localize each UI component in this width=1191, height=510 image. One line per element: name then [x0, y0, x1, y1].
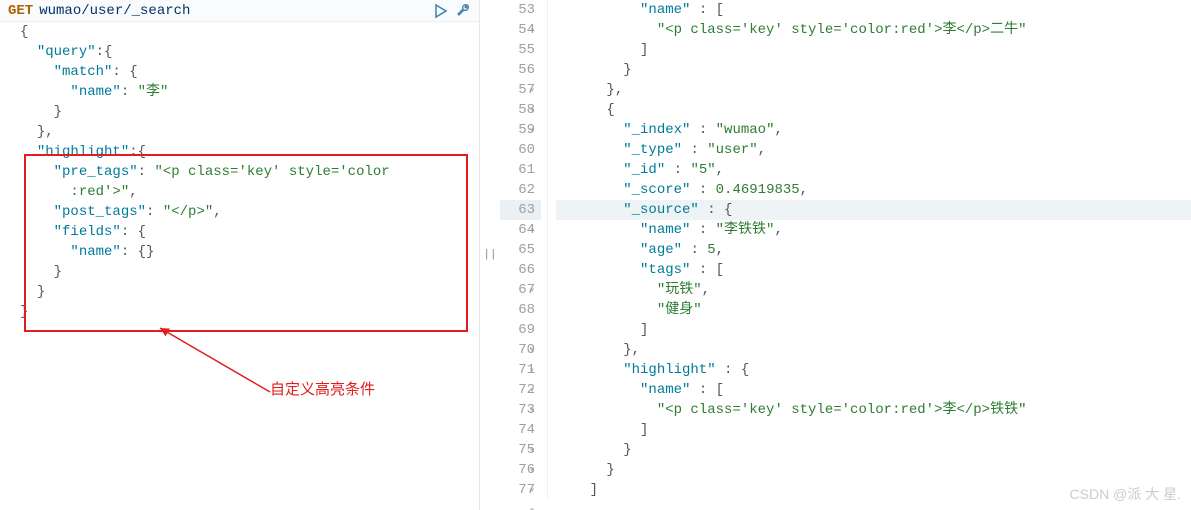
code-line[interactable]: },	[556, 80, 1191, 100]
gutter-line: 59	[500, 120, 541, 140]
gutter-line: 76 ▾	[500, 460, 541, 480]
code-line[interactable]: }	[556, 60, 1191, 80]
code-line[interactable]: "query":{	[20, 42, 479, 62]
gutter-line: 57 ▾	[500, 80, 541, 100]
gutter-line: 72 ▾	[500, 380, 541, 400]
code-line[interactable]: ]	[556, 420, 1191, 440]
gutter-line: 56 ▾	[500, 60, 541, 80]
code-line[interactable]: "name" : [	[556, 0, 1191, 20]
code-line[interactable]: "highlight" : {	[556, 360, 1191, 380]
code-line[interactable]: "_source" : {	[556, 200, 1191, 220]
gutter-line: 62	[500, 180, 541, 200]
response-pane: 53 ▾545556 ▾57 ▾58 ▾5960616263 ▾646566 ▾…	[500, 0, 1191, 510]
code-line[interactable]: ]	[556, 320, 1191, 340]
gutter-line: 55	[500, 40, 541, 60]
code-line[interactable]: "highlight":{	[20, 142, 479, 162]
code-line[interactable]: },	[20, 122, 479, 142]
gutter-line: 67	[500, 280, 541, 300]
response-gutter: 53 ▾545556 ▾57 ▾58 ▾5960616263 ▾646566 ▾…	[500, 0, 548, 500]
code-line[interactable]: },	[556, 340, 1191, 360]
code-line[interactable]: {	[556, 100, 1191, 120]
gutter-line: 70 ▾	[500, 340, 541, 360]
code-line[interactable]: }	[20, 302, 479, 322]
code-line[interactable]: "<p class='key' style='color:red'>李</p>二…	[556, 20, 1191, 40]
code-line[interactable]: }	[556, 460, 1191, 480]
code-line[interactable]: "fields": {	[20, 222, 479, 242]
http-method: GET	[8, 3, 33, 19]
gutter-line: 61	[500, 160, 541, 180]
code-line[interactable]: "tags" : [	[556, 260, 1191, 280]
code-line[interactable]: "name" : [	[556, 380, 1191, 400]
code-line[interactable]: "_index" : "wumao",	[556, 120, 1191, 140]
code-line[interactable]: }	[20, 262, 479, 282]
request-path-input[interactable]	[39, 3, 433, 19]
request-editor[interactable]: { "query":{ "match": { "name": "李" } }, …	[0, 22, 479, 322]
gutter-line: 75 ▾	[500, 440, 541, 460]
gutter-line: 66 ▾	[500, 260, 541, 280]
code-line[interactable]: "健身"	[556, 300, 1191, 320]
code-line[interactable]: "name": "李"	[20, 82, 479, 102]
gutter-line: 58 ▾	[500, 100, 541, 120]
play-icon[interactable]	[433, 3, 449, 19]
code-line[interactable]: "_type" : "user",	[556, 140, 1191, 160]
annotation-label: 自定义高亮条件	[270, 380, 375, 400]
code-line[interactable]: "_id" : "5",	[556, 160, 1191, 180]
gutter-line: 65	[500, 240, 541, 260]
request-topbar: GET	[0, 0, 479, 22]
gutter-line: 64	[500, 220, 541, 240]
request-code[interactable]: { "query":{ "match": { "name": "李" } }, …	[0, 22, 479, 322]
gutter-line: 68	[500, 300, 541, 320]
request-pane: GET { "query":{ "match": { "name": "李" }…	[0, 0, 480, 510]
code-line[interactable]: }	[20, 102, 479, 122]
code-line[interactable]: ]	[556, 40, 1191, 60]
response-code[interactable]: "name" : [ "<p class='key' style='color:…	[548, 0, 1191, 500]
response-viewer[interactable]: 53 ▾545556 ▾57 ▾58 ▾5960616263 ▾646566 ▾…	[500, 0, 1191, 500]
gutter-line: 71 ▾	[500, 360, 541, 380]
gutter-line: 77 ▾	[500, 480, 541, 500]
gutter-line: 60	[500, 140, 541, 160]
code-line[interactable]: :red'>",	[20, 182, 479, 202]
code-line[interactable]: "age" : 5,	[556, 240, 1191, 260]
code-line[interactable]: }	[556, 440, 1191, 460]
watermark: CSDN @派 大 星.	[1070, 484, 1181, 504]
gutter-line: 54	[500, 20, 541, 40]
request-actions	[433, 3, 471, 19]
drag-handle-icon[interactable]: ||	[483, 249, 496, 261]
code-line[interactable]: "post_tags": "</p>",	[20, 202, 479, 222]
gutter-line: 69 ▾	[500, 320, 541, 340]
code-line[interactable]: "_score" : 0.46919835,	[556, 180, 1191, 200]
gutter-line: 53 ▾	[500, 0, 541, 20]
code-line[interactable]: }	[20, 282, 479, 302]
pane-divider[interactable]: ||	[480, 0, 500, 510]
code-line[interactable]: {	[20, 22, 479, 42]
code-line[interactable]: "name": {}	[20, 242, 479, 262]
gutter-line: 63 ▾	[500, 200, 541, 220]
code-line[interactable]: "玩铁",	[556, 280, 1191, 300]
code-line[interactable]: "pre_tags": "<p class='key' style='color	[20, 162, 479, 182]
gutter-line: 73	[500, 400, 541, 420]
code-line[interactable]: "match": {	[20, 62, 479, 82]
gutter-line: 74 ▾	[500, 420, 541, 440]
code-line[interactable]: "name" : "李铁铁",	[556, 220, 1191, 240]
code-line[interactable]: "<p class='key' style='color:red'>李</p>铁…	[556, 400, 1191, 420]
wrench-icon[interactable]	[455, 3, 471, 19]
